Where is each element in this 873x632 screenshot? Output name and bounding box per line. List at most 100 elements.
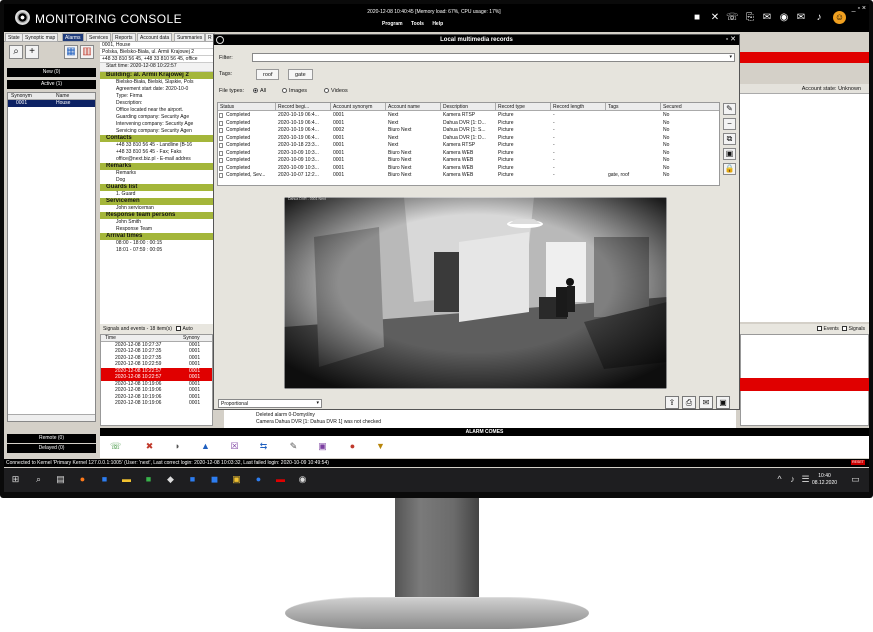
col-synonym[interactable]: Synony bbox=[183, 335, 200, 341]
explorer-icon[interactable]: ▣ bbox=[231, 474, 242, 485]
horizontal-scrollbar[interactable] bbox=[8, 414, 95, 421]
table-cell[interactable]: No bbox=[661, 165, 719, 172]
filetype-images[interactable]: Images bbox=[282, 88, 307, 94]
list-item[interactable]: 0001 House bbox=[8, 100, 95, 107]
antenna-icon[interactable]: ✕ bbox=[709, 13, 721, 23]
table-cell[interactable] bbox=[606, 165, 661, 172]
column-header[interactable]: Account name bbox=[386, 103, 441, 111]
table-cell[interactable]: - bbox=[551, 165, 606, 172]
table-cell[interactable]: Picture bbox=[496, 150, 551, 157]
table-cell[interactable] bbox=[606, 120, 661, 127]
print-icon[interactable]: ⎙ bbox=[682, 396, 696, 409]
view-mode-select[interactable]: Proportional ▾ bbox=[218, 399, 322, 408]
tag-gate[interactable]: gate bbox=[288, 69, 313, 80]
table-cell[interactable]: Biuro Next bbox=[386, 172, 441, 179]
search-icon[interactable]: ⌕ bbox=[9, 45, 23, 59]
chat-app-icon[interactable]: ● bbox=[253, 474, 264, 485]
table-cell[interactable] bbox=[606, 157, 661, 164]
chat-icon[interactable]: ◉ bbox=[778, 13, 790, 23]
table-cell[interactable]: Picture bbox=[496, 112, 551, 119]
table-cell[interactable]: Completed bbox=[224, 157, 276, 164]
car-icon[interactable]: ▲ bbox=[200, 441, 211, 452]
table-cell[interactable]: Completed bbox=[224, 165, 276, 172]
table-cell[interactable]: Biuro Next bbox=[386, 165, 441, 172]
tray-arrow-icon[interactable]: ^ bbox=[774, 474, 785, 485]
note-icon[interactable]: ✎ bbox=[288, 441, 299, 452]
table-cell[interactable]: Kamera WEB bbox=[441, 165, 496, 172]
table-cell[interactable]: gate, roof bbox=[606, 172, 661, 179]
chevron-down-icon[interactable]: ▾ bbox=[729, 54, 732, 60]
table-cell[interactable]: - bbox=[551, 142, 606, 149]
signals-checkbox[interactable] bbox=[842, 326, 848, 332]
save-image-icon[interactable]: ▣ bbox=[716, 396, 730, 409]
column-header[interactable]: Record length bbox=[551, 103, 606, 111]
remote-alarms-button[interactable]: Remote (0) bbox=[7, 434, 96, 443]
table-cell[interactable] bbox=[606, 135, 661, 142]
table-cell[interactable]: 0001 bbox=[331, 120, 386, 127]
active-alarms-button[interactable]: Active (1) bbox=[7, 80, 96, 89]
tab-summaries[interactable]: Summaries bbox=[174, 33, 206, 42]
window-controls[interactable]: _ ▫ × bbox=[852, 5, 866, 12]
table-cell[interactable]: 2020-10-07 12:2... bbox=[276, 172, 331, 179]
column-header[interactable]: Description bbox=[441, 103, 496, 111]
section-contacts[interactable]: Contacts bbox=[100, 135, 213, 142]
table-cell[interactable]: No bbox=[661, 142, 719, 149]
table-cell[interactable]: - bbox=[551, 112, 606, 119]
call-icon[interactable]: ☏ bbox=[110, 441, 121, 452]
table-cell[interactable] bbox=[606, 112, 661, 119]
sound-icon[interactable]: ◗ bbox=[172, 441, 183, 452]
folder-icon[interactable]: ▬ bbox=[121, 474, 132, 485]
table-cell[interactable]: Completed bbox=[224, 127, 276, 134]
envelope-icon[interactable]: ✉ bbox=[795, 13, 807, 23]
cancel-alarm-icon[interactable]: ✖ bbox=[144, 441, 155, 452]
table-cell[interactable]: No bbox=[661, 112, 719, 119]
media-icon[interactable]: ▣ bbox=[317, 441, 328, 452]
column-header[interactable]: Status bbox=[218, 103, 276, 111]
table-cell[interactable]: Biuro Next bbox=[386, 157, 441, 164]
column-header[interactable]: Secured bbox=[661, 103, 719, 111]
table-cell[interactable]: Biuro Next bbox=[386, 127, 441, 134]
task-view-icon[interactable]: ▤ bbox=[55, 474, 66, 485]
table-cell[interactable]: Kamera WEB bbox=[441, 150, 496, 157]
table-cell[interactable]: - bbox=[551, 135, 606, 142]
outlook-icon[interactable]: ◼ bbox=[209, 474, 220, 485]
table-cell[interactable]: Completed bbox=[224, 135, 276, 142]
excel-icon[interactable]: ■ bbox=[143, 474, 154, 485]
table-cell[interactable]: 2020-10-19 06:4... bbox=[276, 127, 331, 134]
network-icon[interactable]: ☰ bbox=[800, 474, 811, 485]
table-cell[interactable]: - bbox=[551, 172, 606, 179]
col-synonym[interactable]: Synonym bbox=[8, 93, 53, 99]
notification-icon[interactable]: ▭ bbox=[850, 474, 861, 485]
table-cell[interactable]: No bbox=[661, 157, 719, 164]
new-alarms-button[interactable]: New (0) bbox=[7, 68, 96, 77]
tab-services[interactable]: Services bbox=[86, 33, 112, 42]
table-cell[interactable]: Completed bbox=[224, 142, 276, 149]
section-servicemen[interactable]: Servicemen bbox=[100, 198, 213, 205]
table-cell[interactable]: Next bbox=[386, 142, 441, 149]
table-cell[interactable]: Completed bbox=[224, 150, 276, 157]
remote-app-icon[interactable]: ▬ bbox=[275, 474, 286, 485]
table-cell[interactable]: 2020-10-19 06:4... bbox=[276, 120, 331, 127]
word-icon[interactable]: ■ bbox=[187, 474, 198, 485]
table-cell[interactable]: Kamera WEB bbox=[441, 157, 496, 164]
table-cell[interactable]: Completed bbox=[224, 112, 276, 119]
door-icon[interactable]: ⎘ bbox=[744, 13, 756, 23]
table-cell[interactable]: Dahua DVR [1: D... bbox=[441, 120, 496, 127]
filter-input[interactable]: ▾ bbox=[252, 53, 735, 62]
table-cell[interactable]: 2020-10-09 10:3... bbox=[276, 150, 331, 157]
video-preview[interactable]: Dahua DVR - 0001 Next bbox=[284, 197, 667, 389]
table-cell[interactable]: Picture bbox=[496, 127, 551, 134]
phone-icon[interactable]: ☏ bbox=[726, 13, 739, 23]
table-cell[interactable]: 0002 bbox=[331, 127, 386, 134]
table-cell[interactable]: 2020-10-19 06:4... bbox=[276, 135, 331, 142]
filetype-videos[interactable]: Videos bbox=[324, 88, 348, 94]
user-avatar-icon[interactable]: ☺ bbox=[833, 11, 846, 24]
table-cell[interactable]: 2020-10-19 06:4... bbox=[276, 112, 331, 119]
table-cell[interactable] bbox=[606, 127, 661, 134]
table-cell[interactable]: - bbox=[551, 120, 606, 127]
table-cell[interactable]: Completed bbox=[224, 120, 276, 127]
menu-tools[interactable]: Tools bbox=[411, 21, 424, 27]
table-cell[interactable]: No bbox=[661, 127, 719, 134]
warning-icon[interactable]: ▼ bbox=[375, 441, 386, 452]
table-cell[interactable]: - bbox=[551, 150, 606, 157]
